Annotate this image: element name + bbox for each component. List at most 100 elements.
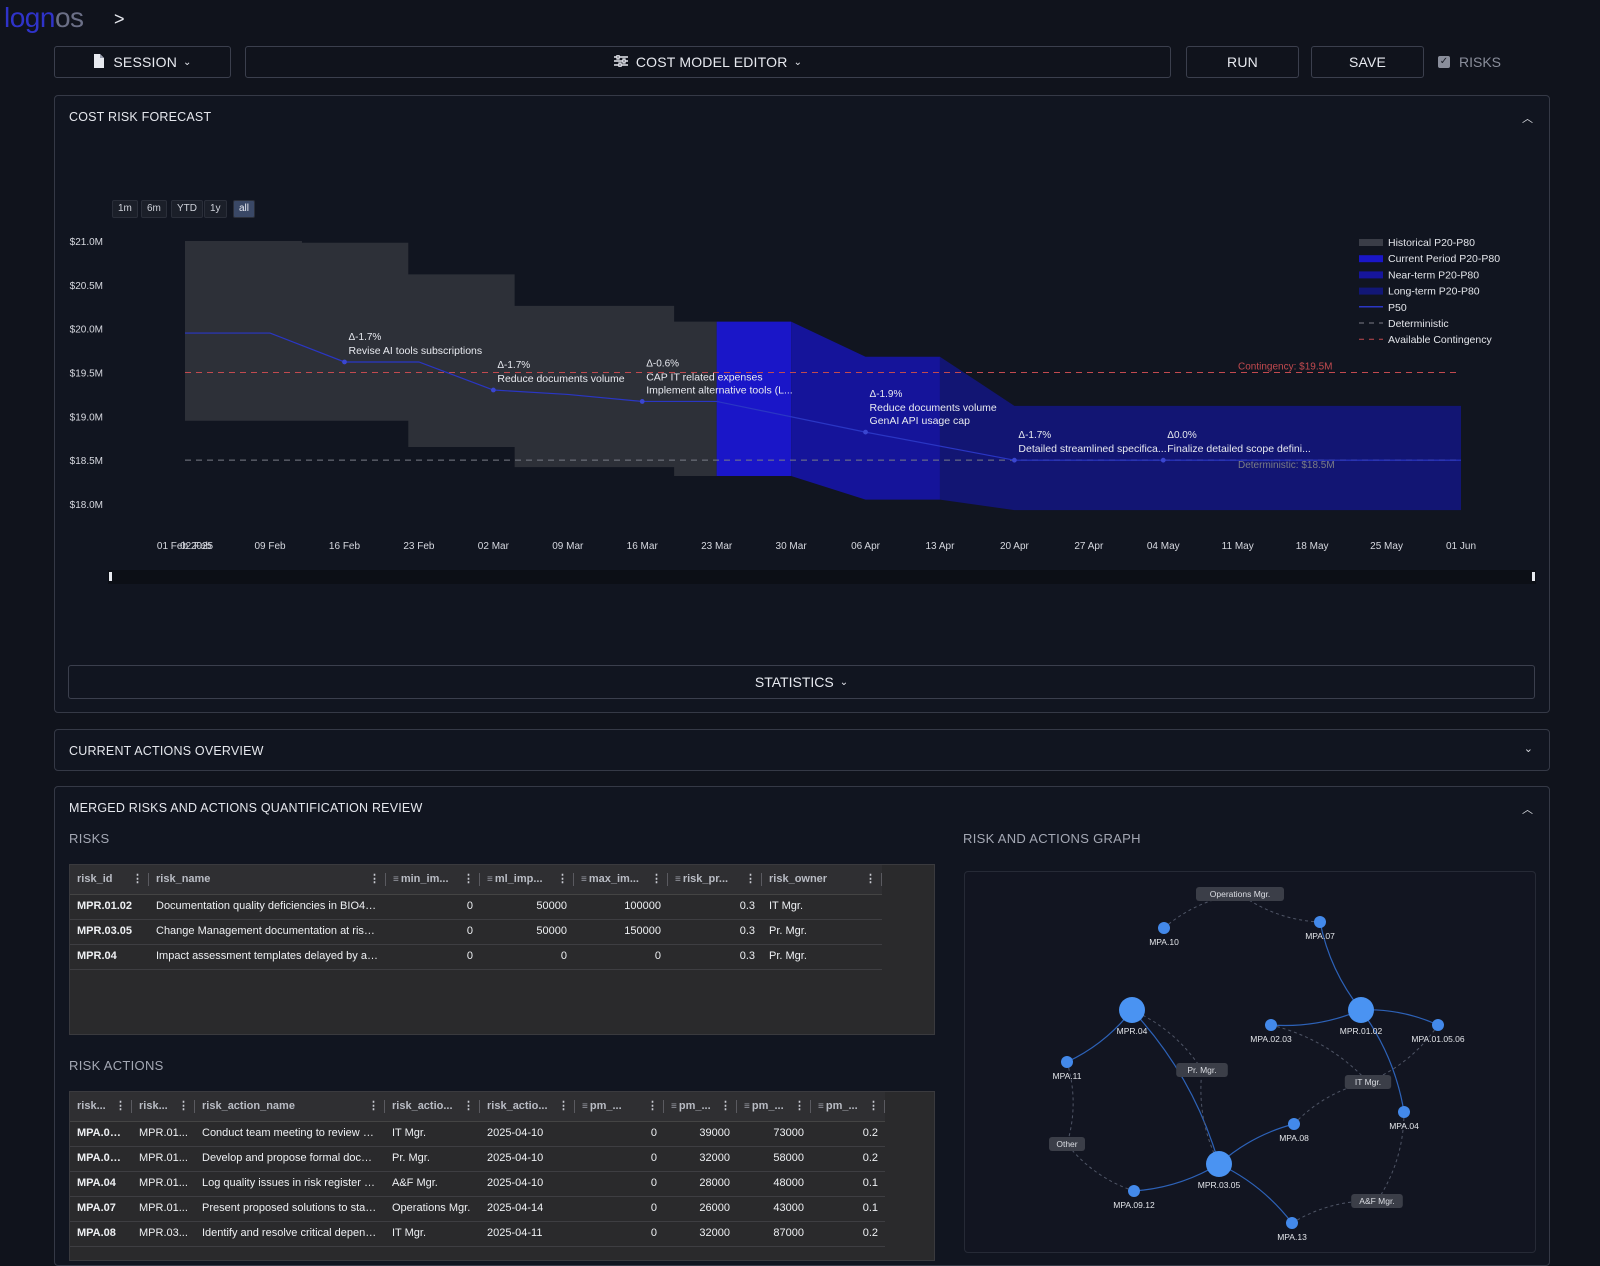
owner-label: Pr. Mgr. [1187, 1065, 1216, 1075]
column-header[interactable]: ≡ risk_pr... ⋮ [668, 865, 762, 894]
column-menu-icon[interactable]: ⋮ [868, 1092, 879, 1121]
column-menu-icon[interactable]: ⋮ [463, 1092, 474, 1121]
column-menu-icon[interactable]: ⋮ [115, 1092, 126, 1121]
column-header[interactable]: risk_name ⋮ [149, 865, 386, 894]
table-cell: Present proposed solutions to stake... [202, 1202, 385, 1214]
graph-edge [1218, 1163, 1293, 1224]
table-row[interactable]: MPA.08 MPR.03... Identify and resolve crit… [70, 1221, 885, 1247]
column-menu-icon[interactable]: ⋮ [794, 1092, 805, 1121]
column-header[interactable]: risk_actio... ⋮ [385, 1092, 480, 1121]
risk-actions-graph[interactable]: Operations Mgr. Pr. Mgr. IT Mgr. Other A&F M… [964, 871, 1536, 1253]
table-row[interactable]: MPA.04 MPR.01... Log quality issues in ris… [70, 1171, 885, 1197]
column-header[interactable]: ≡ pm_... ⋮ [664, 1092, 737, 1121]
legend-label: Historical P20-P80 [1388, 237, 1475, 249]
x-tick-label: 30 Mar [776, 541, 808, 552]
panel-title: CURRENT ACTIONS OVERVIEW [69, 744, 264, 758]
column-header[interactable]: ≡ pm_... ⋮ [575, 1092, 664, 1121]
column-header[interactable]: risk_owner ⋮ [762, 865, 882, 894]
table-cell: MPR.03... [139, 1227, 188, 1239]
column-header[interactable]: ≡ pm_... ⋮ [811, 1092, 885, 1121]
filter-icon[interactable]: ≡ [487, 874, 493, 885]
filter-icon[interactable]: ≡ [582, 1101, 588, 1112]
column-menu-icon[interactable]: ⋮ [178, 1092, 189, 1121]
table-cell: 50000 [536, 925, 567, 937]
column-menu-icon[interactable]: ⋮ [463, 865, 474, 894]
filter-icon[interactable]: ≡ [675, 874, 681, 885]
legend-swatch [1359, 255, 1383, 263]
risks-table: risk_id ⋮ risk_name ⋮ ≡ min_im... ⋮ ≡ ml_imp... ⋮… [69, 864, 935, 1035]
filter-icon[interactable]: ≡ [744, 1101, 750, 1112]
table-row[interactable]: MPA.02... MPR.01... Develop and propose fo… [70, 1146, 885, 1172]
node-label: MPA.04 [1389, 1121, 1419, 1131]
column-header[interactable]: risk_id ⋮ [70, 865, 149, 894]
annotation-text: Detailed streamlined specifica... [1018, 443, 1166, 455]
column-resize-handle[interactable] [881, 873, 882, 886]
table-cell: MPR.01... [139, 1127, 188, 1139]
action-node [1288, 1118, 1300, 1130]
column-menu-icon[interactable]: ⋮ [720, 1092, 731, 1121]
table-cell: MPA.02... [77, 1152, 126, 1164]
column-menu-icon[interactable]: ⋮ [647, 1092, 658, 1121]
reference-label-contingency: Contingency: $19.5M [1238, 362, 1333, 373]
column-header[interactable]: risk_action_name ⋮ [195, 1092, 385, 1121]
table-row[interactable]: MPA.07 MPR.01... Present proposed solution… [70, 1196, 885, 1222]
range-handle-right[interactable] [1532, 572, 1535, 581]
range-navigator[interactable] [108, 570, 1536, 584]
statistics-button[interactable]: STATISTICS ⌄ [68, 665, 1535, 699]
table-cell: 150000 [624, 925, 661, 937]
current-actions-overview-panel[interactable]: CURRENT ACTIONS OVERVIEW ⌄ [54, 729, 1550, 771]
filter-icon[interactable]: ≡ [581, 874, 587, 885]
column-header[interactable]: ≡ max_im... ⋮ [574, 865, 668, 894]
column-header[interactable]: risk_actio... ⋮ [480, 1092, 575, 1121]
table-row[interactable]: MPR.01.02 Documentation quality deficienc… [70, 894, 882, 920]
column-header[interactable]: ≡ pm_... ⋮ [737, 1092, 811, 1121]
table-cell: MPA.01... [77, 1127, 126, 1139]
table-cell: 0 [654, 950, 661, 962]
y-tick-label: $19.0M [70, 412, 103, 423]
node-label: MPR.04 [1117, 1026, 1148, 1036]
table-cell: Develop and propose formal docum... [202, 1152, 385, 1164]
range-handle-left[interactable] [109, 572, 112, 581]
graph-edge [1270, 1009, 1362, 1027]
column-header-label: risk_owner [769, 873, 828, 885]
table-cell: 0.2 [862, 1152, 878, 1164]
collapse-chevron-icon[interactable]: ︿ [1522, 801, 1533, 817]
table-row[interactable]: MPA.01... MPR.01... Conduct team meeting t… [70, 1121, 885, 1147]
owner-label: IT Mgr. [1355, 1077, 1381, 1087]
column-menu-icon[interactable]: ⋮ [651, 865, 662, 894]
table-cell: MPR.01... [139, 1152, 188, 1164]
column-menu-icon[interactable]: ⋮ [368, 1092, 379, 1121]
expand-chevron-icon[interactable]: ⌄ [1524, 742, 1533, 755]
filter-icon[interactable]: ≡ [818, 1101, 824, 1112]
annotation-marker [342, 359, 347, 365]
table-cell: Identify and resolve critical depende... [202, 1227, 385, 1239]
node-label: MPA.11 [1053, 1071, 1082, 1081]
column-header[interactable]: ≡ ml_imp... ⋮ [480, 865, 574, 894]
cost-risk-forecast-chart: Contingency: $19.5M Deterministic: $18.5M… [70, 237, 1501, 552]
table-row[interactable]: MPR.03.05 Change Management documentation… [70, 919, 882, 945]
annotation-marker [490, 387, 496, 393]
risks-section-label: RISKS [69, 831, 110, 846]
column-header-label: risk_pr... [682, 873, 729, 885]
filter-icon[interactable]: ≡ [393, 874, 399, 885]
column-menu-icon[interactable]: ⋮ [369, 865, 380, 894]
action-node [1265, 1019, 1277, 1031]
table-cell: 0.1 [862, 1177, 878, 1189]
column-menu-icon[interactable]: ⋮ [865, 865, 876, 894]
column-header[interactable]: risk... ⋮ [132, 1092, 195, 1121]
column-menu-icon[interactable]: ⋮ [558, 1092, 569, 1121]
annotation-marker [863, 429, 868, 435]
column-header[interactable]: ≡ min_im... ⋮ [386, 865, 480, 894]
filter-icon[interactable]: ≡ [671, 1101, 677, 1112]
table-cell: 26000 [699, 1202, 730, 1214]
column-menu-icon[interactable]: ⋮ [745, 865, 756, 894]
table-row[interactable]: MPR.04 Impact assessment templates delaye… [70, 944, 882, 970]
column-header[interactable]: risk... ⋮ [70, 1092, 132, 1121]
column-header-label: risk_name [156, 873, 211, 885]
column-menu-icon[interactable]: ⋮ [132, 865, 143, 894]
column-menu-icon[interactable]: ⋮ [557, 865, 568, 894]
table-cell: 0 [650, 1202, 657, 1214]
table-cell: 28000 [699, 1177, 730, 1189]
column-header-label: pm_... [825, 1100, 858, 1112]
column-resize-handle[interactable] [884, 1100, 885, 1113]
